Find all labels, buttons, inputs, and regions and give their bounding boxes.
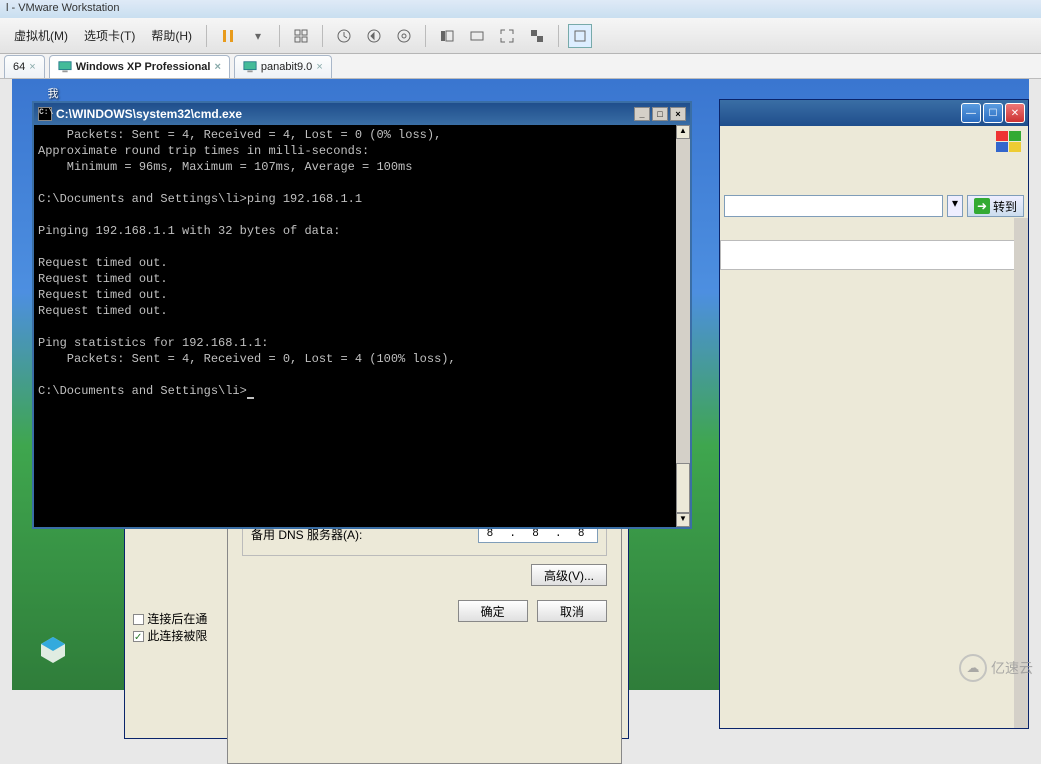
cmd-terminal[interactable]: Packets: Sent = 4, Received = 4, Lost = … [34, 125, 676, 527]
cancel-button[interactable]: 取消 [537, 600, 607, 622]
checkbox-connect-notify[interactable]: 连接后在通 [133, 610, 207, 627]
checkbox-limited-conn[interactable]: 此连接被限 [133, 627, 207, 644]
snapshot-manager-icon[interactable] [392, 24, 416, 48]
go-button[interactable]: ➜转到 [967, 195, 1024, 217]
scroll-thumb[interactable] [676, 463, 690, 513]
address-dropdown[interactable]: ▾ [947, 195, 963, 217]
ie-toolbar-fragment [720, 240, 1016, 270]
ie-scrollbar[interactable] [1014, 218, 1028, 728]
monitor-icon [58, 60, 72, 74]
close-icon[interactable]: × [29, 61, 35, 73]
xp-desktop[interactable]: 我 我 网 TI消 wi — ☐ ✕ ▾ ➜转到 [12, 79, 1029, 690]
close-button[interactable]: × [670, 107, 686, 121]
menu-vm[interactable]: 虚拟机(M) [6, 23, 76, 48]
maximize-button[interactable]: ☐ [983, 103, 1003, 123]
ie-titlebar[interactable]: — ☐ ✕ [720, 100, 1028, 126]
devices-icon[interactable] [289, 24, 313, 48]
watermark: ☁ 亿速云 [959, 654, 1033, 682]
thumbnail-icon[interactable] [568, 24, 592, 48]
minimize-button[interactable]: — [961, 103, 981, 123]
vmware-menubar: 虚拟机(M) 选项卡(T) 帮助(H) ▾ [0, 18, 1041, 54]
desktop-icon[interactable] [18, 634, 88, 669]
vmware-titlebar: l - VMware Workstation [0, 0, 1041, 18]
close-icon[interactable]: × [316, 61, 322, 73]
snapshot-take-icon[interactable] [332, 24, 356, 48]
desktop-icon[interactable]: 我 [18, 85, 88, 101]
unity-icon[interactable] [525, 24, 549, 48]
menu-tabs[interactable]: 选项卡(T) [76, 23, 143, 48]
minimize-button[interactable]: _ [634, 107, 650, 121]
arrow-right-icon: ➜ [974, 198, 990, 214]
ok-button[interactable]: 确定 [458, 600, 528, 622]
ie-window[interactable]: — ☐ ✕ ▾ ➜转到 [719, 99, 1029, 729]
scroll-up-icon[interactable]: ▲ [676, 125, 690, 139]
tab-winxp[interactable]: Windows XP Professional× [49, 55, 230, 78]
cube-icon [37, 634, 69, 666]
snapshot-revert-icon[interactable] [362, 24, 386, 48]
monitor-icon [243, 60, 257, 74]
fullscreen-icon[interactable] [495, 24, 519, 48]
cmd-window[interactable]: C:\ C:\WINDOWS\system32\cmd.exe _ □ × Pa… [32, 101, 692, 529]
sidebar-toggle-icon[interactable] [435, 24, 459, 48]
close-button[interactable]: ✕ [1005, 103, 1025, 123]
cmd-icon: C:\ [38, 107, 52, 121]
advanced-button[interactable]: 高级(V)... [531, 564, 607, 586]
cmd-title: C:\WINDOWS\system32\cmd.exe [56, 107, 242, 121]
tab-64[interactable]: 64× [4, 55, 45, 78]
menu-help[interactable]: 帮助(H) [143, 23, 200, 48]
cmd-titlebar[interactable]: C:\ C:\WINDOWS\system32\cmd.exe _ □ × [34, 103, 690, 125]
pause-icon[interactable] [216, 24, 240, 48]
vm-tabstrip: 64× Windows XP Professional× panabit9.0× [0, 54, 1041, 79]
cmd-scrollbar[interactable]: ▲ ▼ [676, 125, 690, 527]
tab-panabit[interactable]: panabit9.0× [234, 55, 332, 78]
console-view-icon[interactable] [465, 24, 489, 48]
scroll-down-icon[interactable]: ▼ [676, 513, 690, 527]
ie-addressbar: ▾ ➜转到 [720, 191, 1028, 221]
guest-viewport: 我 我 网 TI消 wi — ☐ ✕ ▾ ➜转到 [12, 79, 1029, 690]
close-icon[interactable]: × [214, 61, 220, 73]
address-input[interactable] [724, 195, 943, 217]
cloud-icon: ☁ [959, 654, 987, 682]
power-dropdown-icon[interactable]: ▾ [246, 24, 270, 48]
maximize-button[interactable]: □ [652, 107, 668, 121]
windows-flag-icon [994, 130, 1024, 154]
